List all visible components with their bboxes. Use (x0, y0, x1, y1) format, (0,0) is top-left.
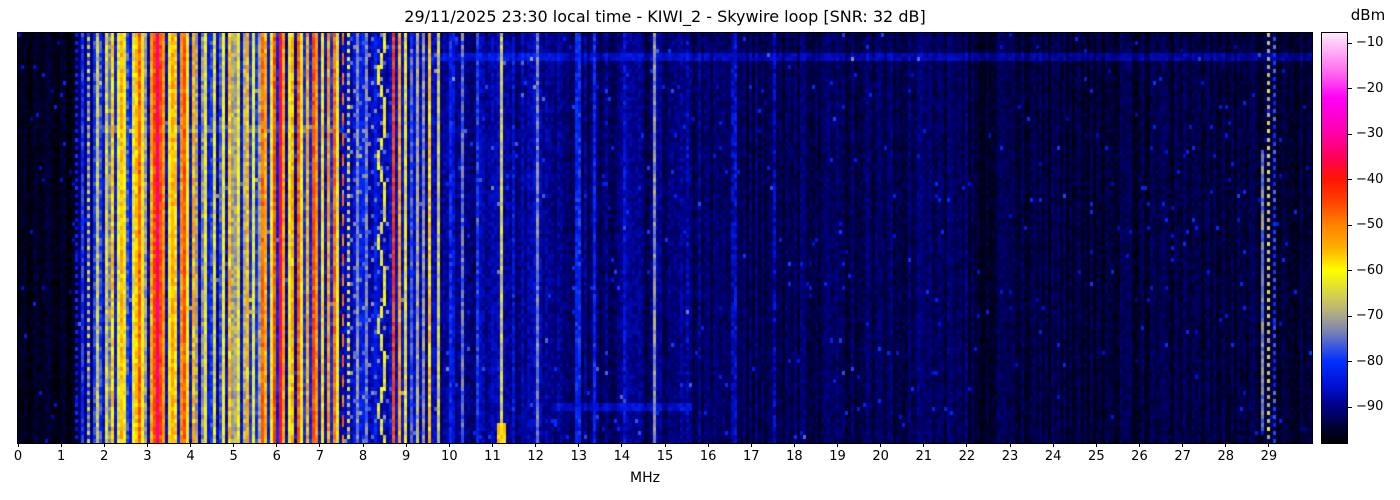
colorbar-tick (1348, 270, 1352, 272)
x-tick-label: 25 (1088, 449, 1105, 464)
x-tick (750, 443, 752, 447)
x-tick-label: 26 (1131, 449, 1148, 464)
x-tick-label: 20 (872, 449, 889, 464)
colorbar-tick-label: −80 (1356, 353, 1384, 369)
colorbar-tick-label: −90 (1356, 399, 1384, 415)
x-tick-label: 17 (742, 449, 760, 464)
x-tick-label: 22 (958, 449, 976, 464)
x-tick (1182, 443, 1184, 447)
colorbar (1321, 32, 1348, 444)
x-tick-label: 7 (315, 449, 325, 464)
x-tick (1138, 443, 1140, 447)
x-tick (60, 443, 62, 447)
x-tick (621, 443, 623, 447)
x-tick (923, 443, 925, 447)
x-tick (319, 443, 321, 447)
x-axis-label: MHz (630, 470, 660, 486)
colorbar-label: dBm (1350, 6, 1386, 24)
x-tick (837, 443, 839, 447)
x-tick-label: 5 (229, 449, 238, 464)
x-tick (1009, 443, 1011, 447)
colorbar-tick (1348, 133, 1352, 135)
colorbar-tick (1348, 361, 1352, 363)
x-tick-label: 11 (484, 449, 501, 464)
colorbar-tick-label: −30 (1356, 126, 1384, 142)
x-tick (146, 443, 148, 447)
x-tick (535, 443, 537, 447)
colorbar-tick (1348, 88, 1352, 90)
waterfall-canvas (18, 33, 1312, 443)
x-tick-label: 12 (527, 449, 544, 464)
colorbar-tick-label: −50 (1356, 217, 1384, 233)
x-tick-label: 16 (699, 449, 717, 464)
x-tick (966, 443, 968, 447)
x-tick-label: 15 (656, 449, 674, 464)
colorbar-tick (1348, 179, 1352, 181)
x-tick (1268, 443, 1270, 447)
x-tick-label: 23 (1001, 449, 1019, 464)
x-tick-label: 18 (786, 449, 803, 464)
colorbar-tick (1348, 406, 1352, 408)
x-tick (1052, 443, 1054, 447)
x-tick (103, 443, 105, 447)
waterfall-plot-area (17, 32, 1313, 444)
x-tick (880, 443, 882, 447)
x-tick (1225, 443, 1227, 447)
x-tick (578, 443, 580, 447)
colorbar-tick-label: −60 (1356, 262, 1384, 278)
colorbar-tick-label: −10 (1356, 35, 1384, 51)
x-tick-label: 28 (1217, 449, 1234, 464)
x-tick (362, 443, 364, 447)
x-tick (491, 443, 493, 447)
x-tick-label: 10 (441, 449, 458, 464)
x-tick-label: 19 (829, 449, 846, 464)
x-tick-label: 24 (1044, 449, 1062, 464)
x-tick-label: 29 (1260, 449, 1278, 464)
chart-title: 29/11/2025 23:30 local time - KIWI_2 - S… (404, 7, 926, 26)
x-tick-label: 2 (100, 449, 109, 464)
colorbar-canvas (1322, 33, 1347, 443)
x-tick (233, 443, 235, 447)
x-tick (664, 443, 666, 447)
x-tick-label: 13 (570, 449, 587, 464)
x-tick (276, 443, 278, 447)
x-tick-label: 14 (613, 449, 631, 464)
colorbar-tick (1348, 42, 1352, 44)
x-tick (1095, 443, 1097, 447)
colorbar-tick (1348, 224, 1352, 226)
x-tick-label: 4 (186, 449, 195, 464)
x-tick-label: 6 (272, 449, 281, 464)
x-tick (190, 443, 192, 447)
x-tick-label: 21 (915, 449, 933, 464)
x-tick-label: 0 (13, 449, 23, 464)
x-tick (405, 443, 407, 447)
spectrogram-figure: 29/11/2025 23:30 local time - KIWI_2 - S… (0, 0, 1400, 500)
x-tick-label: 9 (402, 449, 411, 464)
colorbar-tick-label: −20 (1356, 80, 1384, 96)
x-tick (17, 443, 19, 447)
x-tick-label: 8 (358, 449, 368, 464)
colorbar-tick-label: −40 (1356, 171, 1384, 187)
colorbar-tick (1348, 315, 1352, 317)
colorbar-tick-label: −70 (1356, 308, 1384, 324)
x-tick-label: 3 (143, 449, 152, 464)
x-tick-label: 1 (56, 449, 66, 464)
x-tick (448, 443, 450, 447)
x-tick (793, 443, 795, 447)
x-tick (707, 443, 709, 447)
x-tick-label: 27 (1174, 449, 1191, 464)
